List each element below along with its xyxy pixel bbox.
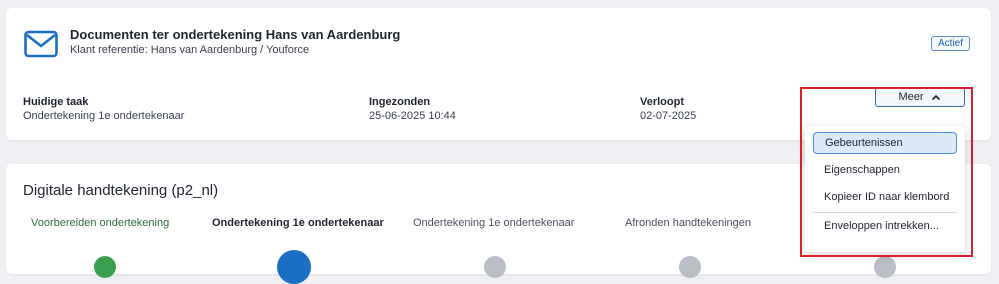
expires-label: Verloopt <box>640 96 685 108</box>
more-button[interactable]: Meer <box>875 87 965 107</box>
more-menu: Gebeurtenissen Eigenschappen Kopieer ID … <box>805 126 965 252</box>
step-pending-indicator <box>874 256 896 278</box>
step-label-finalize: Afronden handtekeningen <box>625 217 751 229</box>
envelope-summary-card: Documenten ter ondertekening Hans van Aa… <box>6 8 991 140</box>
expires-value: 02-07-2025 <box>640 110 697 122</box>
status-badge: Actief <box>931 36 971 51</box>
submitted-label: Ingezonden <box>369 96 431 108</box>
current-task-value: Ondertekening 1e ondertekenaar <box>23 110 185 122</box>
menu-item-properties[interactable]: Eigenschappen <box>813 159 957 181</box>
step-label-first-signer-pending: Ondertekening 1e ondertekenaar <box>413 217 575 229</box>
step-label-prepare: Voorbereiden ondertekening <box>31 217 170 229</box>
step-done-indicator <box>94 256 116 278</box>
menu-divider <box>813 212 957 213</box>
envelope-icon <box>24 30 58 58</box>
step-label-first-signer: Ondertekening 1e ondertekenaar <box>212 217 384 229</box>
submitted-value: 25-06-2025 10:44 <box>369 110 456 122</box>
client-reference: Klant referentie: Hans van Aardenburg / … <box>70 44 310 56</box>
step-current-indicator <box>277 250 311 284</box>
current-task-label: Huidige taak <box>23 96 89 108</box>
workflow-title: Digitale handtekening (p2_nl) <box>23 182 219 199</box>
menu-item-copy-id[interactable]: Kopieer ID naar klembord <box>813 186 957 208</box>
menu-item-events[interactable]: Gebeurtenissen <box>813 132 957 154</box>
menu-item-revoke-envelopes[interactable]: Enveloppen intrekken... <box>813 215 957 237</box>
step-pending-indicator <box>484 256 506 278</box>
document-title: Documenten ter ondertekening Hans van Aa… <box>70 27 401 42</box>
step-pending-indicator <box>679 256 701 278</box>
more-button-label: Meer <box>898 91 924 103</box>
chevron-up-icon <box>931 95 940 100</box>
